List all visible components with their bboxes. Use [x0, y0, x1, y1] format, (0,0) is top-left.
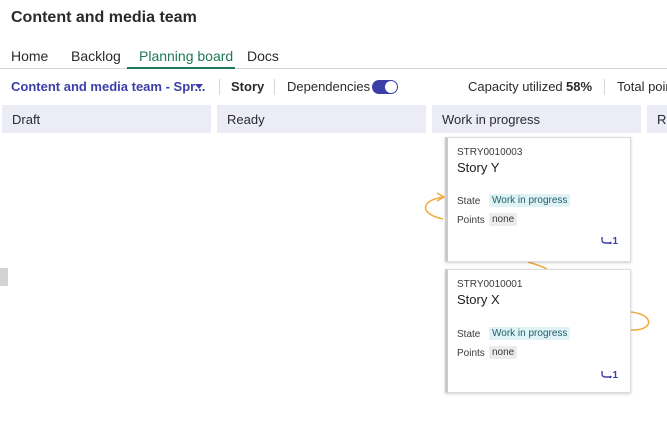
- column-header-ready: Ready: [217, 105, 426, 133]
- record-type-filter[interactable]: Story: [231, 79, 264, 94]
- story-number[interactable]: STRY0010001: [457, 279, 522, 290]
- story-card[interactable]: STRY0010001 Story X State Work in progre…: [445, 269, 631, 393]
- story-number[interactable]: STRY0010003: [457, 147, 522, 158]
- sprint-selector[interactable]: Content and media team - Spr...: [11, 79, 205, 94]
- board-toolbar: Content and media team - Spr... Story De…: [0, 70, 667, 103]
- state-label: State: [457, 329, 481, 340]
- toolbar-divider: [274, 79, 275, 95]
- story-card[interactable]: STRY0010003 Story Y State Work in progre…: [445, 137, 631, 262]
- capacity-label: Capacity utilized: [468, 79, 563, 94]
- dependency-line: [527, 261, 548, 270]
- dependency-line: [630, 311, 650, 331]
- column-header-review: Re: [647, 105, 667, 133]
- dependency-count: 1: [612, 370, 618, 381]
- dependencies-toggle[interactable]: [372, 80, 398, 94]
- story-title[interactable]: Story Y: [457, 160, 499, 175]
- capacity-value: 58%: [566, 79, 593, 94]
- state-label: State: [457, 196, 481, 207]
- tab-planning-board[interactable]: Planning board: [139, 48, 233, 64]
- dependency-link[interactable]: 1: [601, 370, 618, 381]
- horizontal-scroll-handle[interactable]: [0, 268, 8, 286]
- dependencies-label: Dependencies: [287, 79, 371, 94]
- tab-backlog[interactable]: Backlog: [71, 48, 121, 64]
- dependency-count: 1: [612, 236, 618, 247]
- tab-home[interactable]: Home: [11, 48, 48, 64]
- toolbar-divider: [604, 79, 605, 95]
- dependency-link-icon: [601, 371, 613, 379]
- state-badge: Work in progress: [489, 194, 571, 207]
- tab-bar: Home Backlog Planning board Docs: [0, 44, 667, 69]
- dependency-link-icon: [601, 237, 613, 245]
- story-title[interactable]: Story X: [457, 292, 500, 307]
- points-label: Points: [457, 215, 485, 226]
- dependency-line: [424, 196, 445, 220]
- toolbar-divider: [219, 79, 220, 95]
- dependency-link[interactable]: 1: [601, 236, 618, 247]
- points-badge: none: [489, 213, 518, 226]
- dropdown-caret-icon[interactable]: [195, 84, 203, 89]
- points-label: Points: [457, 348, 485, 359]
- column-header-work-in-progress: Work in progress: [432, 105, 641, 133]
- toggle-knob: [385, 81, 397, 93]
- team-title: Content and media team: [11, 9, 197, 26]
- active-tab-indicator: [127, 67, 235, 69]
- tab-docs[interactable]: Docs: [247, 48, 279, 64]
- total-points-label: Total poin: [617, 79, 667, 94]
- dependency-arrow-icon: [436, 192, 446, 202]
- column-header-draft: Draft: [2, 105, 211, 133]
- points-badge: none: [489, 346, 518, 359]
- state-badge: Work in progress: [489, 327, 571, 340]
